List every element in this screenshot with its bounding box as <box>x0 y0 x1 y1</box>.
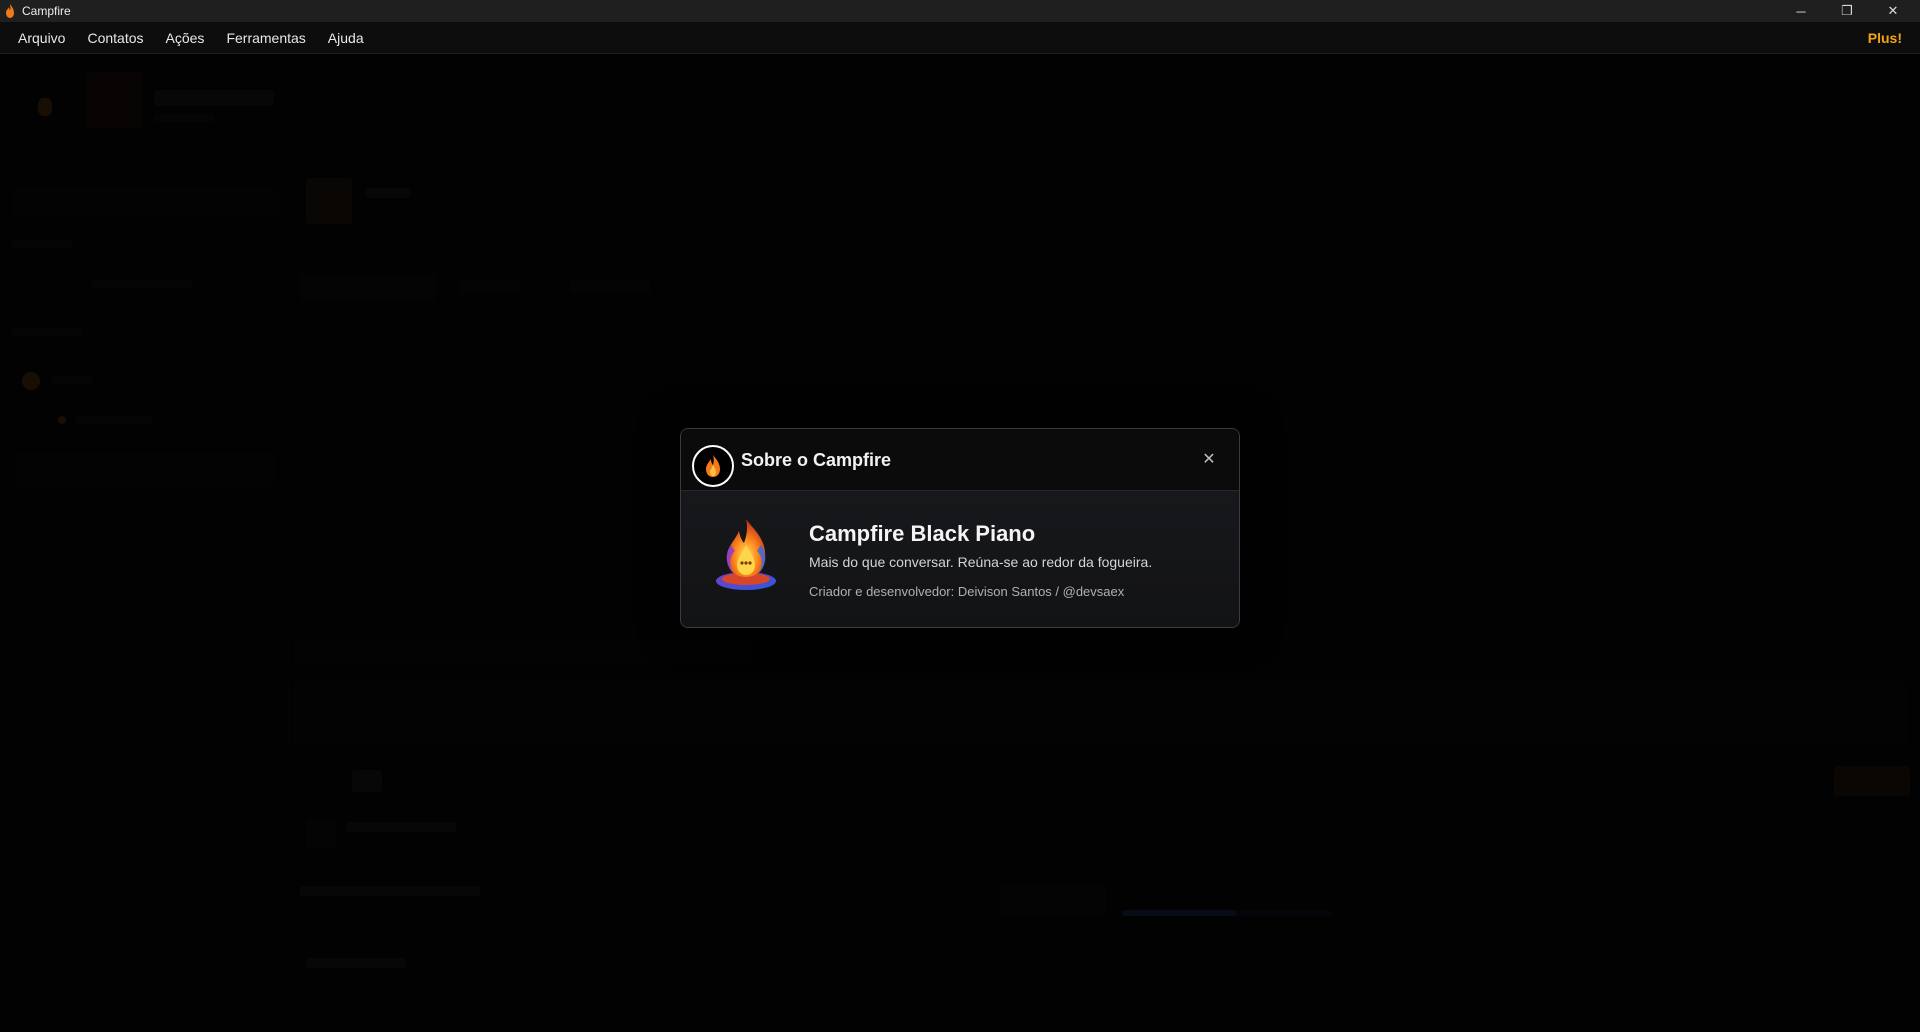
about-dialog: Sobre o Campfire ✕ Campfire Black Piano … <box>680 428 1240 628</box>
title-bar: Campfire ─ ❐ ✕ <box>0 0 1920 22</box>
restore-button[interactable]: ❐ <box>1824 0 1870 22</box>
dialog-header: Sobre o Campfire ✕ <box>681 429 1239 491</box>
close-window-button[interactable]: ✕ <box>1870 0 1916 22</box>
plus-link[interactable]: Plus! <box>1868 30 1902 46</box>
campfire-logo <box>716 519 776 590</box>
credits: Criador e desenvolvedor: Deivison Santos… <box>809 584 1125 599</box>
close-icon[interactable]: ✕ <box>1199 449 1219 469</box>
menu-arquivo[interactable]: Arquivo <box>0 30 76 46</box>
dialog-body: Campfire Black Piano Mais do que convers… <box>681 491 1239 627</box>
menu-contatos[interactable]: Contatos <box>76 30 154 46</box>
menu-bar: Arquivo Contatos Ações Ferramentas Ajuda… <box>0 22 1920 54</box>
menu-ajuda[interactable]: Ajuda <box>317 30 375 46</box>
minimize-button[interactable]: ─ <box>1778 0 1824 22</box>
campfire-flame-icon <box>6 4 14 18</box>
campfire-flame-icon <box>692 445 734 487</box>
dialog-title: Sobre o Campfire <box>741 450 892 470</box>
product-name: Campfire Black Piano <box>809 521 1036 546</box>
menu-acoes[interactable]: Ações <box>155 30 216 46</box>
menu-ferramentas[interactable]: Ferramentas <box>215 30 316 46</box>
tagline: Mais do que conversar. Reúna-se ao redor… <box>809 554 1153 570</box>
window-title: Campfire <box>22 4 71 18</box>
